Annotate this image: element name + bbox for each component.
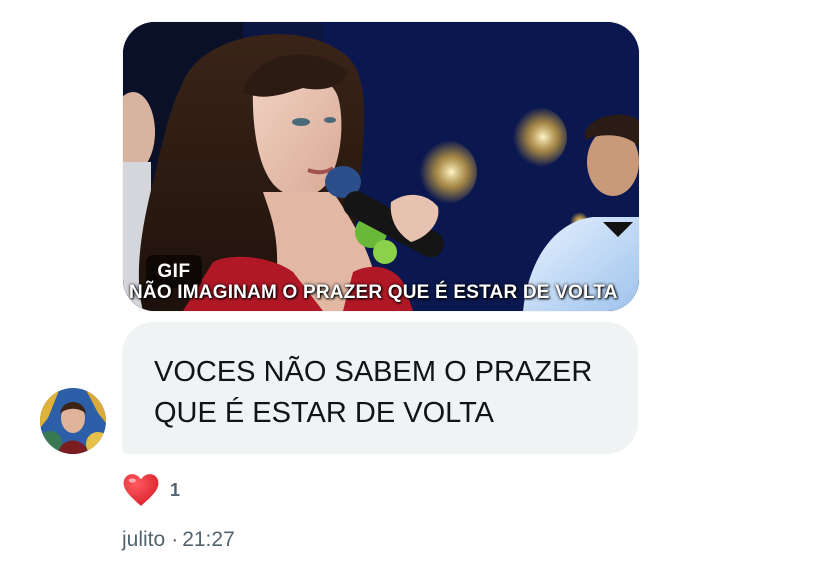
- avatar-image: [40, 388, 106, 454]
- avatar[interactable]: [40, 388, 106, 454]
- meta-separator: ·: [171, 528, 179, 551]
- reaction-badge[interactable]: 1: [122, 470, 180, 510]
- heart-icon: [123, 474, 159, 506]
- reaction-count: 1: [170, 479, 181, 500]
- message-bubble[interactable]: VOCES NÃO SABEM O PRAZER QUE É ESTAR DE …: [122, 322, 638, 454]
- message-meta: julito · 21:27: [122, 528, 235, 552]
- sender-name[interactable]: julito: [122, 528, 165, 551]
- gif-caption-text: NÃO IMAGINAM O PRAZER QUE É ESTAR DE VOL…: [129, 282, 618, 303]
- message-time: 21:27: [182, 528, 235, 551]
- gif-message[interactable]: GIF NÃO IMAGINAM O PRAZER QUE É ESTAR DE…: [123, 22, 639, 311]
- message-text: VOCES NÃO SABEM O PRAZER QUE É ESTAR DE …: [154, 356, 593, 429]
